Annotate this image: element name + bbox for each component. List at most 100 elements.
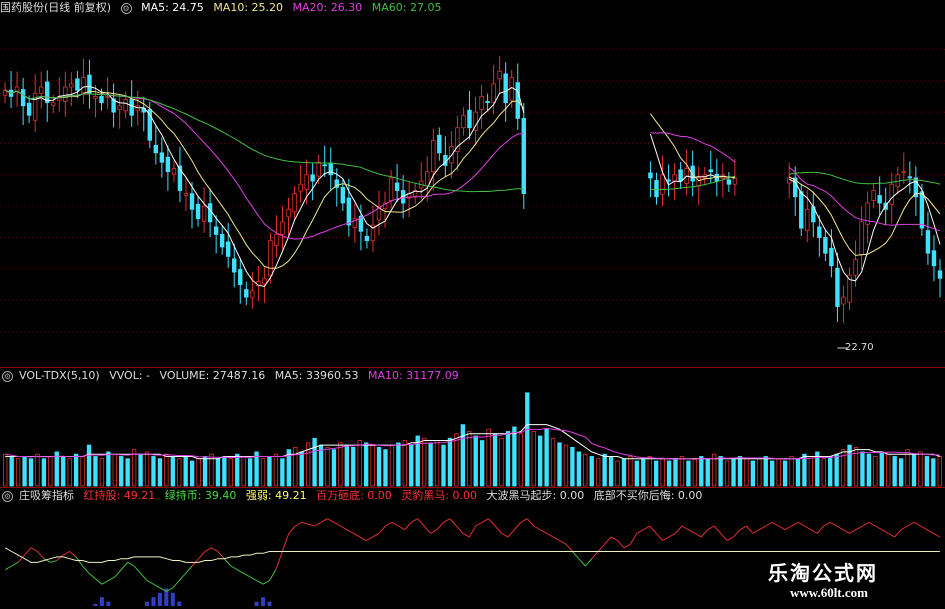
candle (219, 234, 225, 248)
volume-bar (54, 451, 59, 487)
strength-line-segment (610, 536, 618, 541)
volume-bar (538, 435, 543, 487)
volume-bar (789, 456, 794, 487)
green-hold-value: 绿持币: 39.40 (164, 489, 237, 502)
strength-line-segment (281, 533, 290, 552)
candle (666, 179, 671, 182)
volume-bar (467, 431, 472, 487)
strength-line-segment (526, 518, 535, 527)
strength-line-segment (649, 525, 657, 534)
candle (298, 183, 303, 192)
strength-line-segment (713, 525, 722, 534)
strength-line-segment (868, 521, 876, 527)
candle (105, 96, 110, 99)
accumulation-bar (93, 603, 98, 606)
strength-line-segment (153, 583, 161, 589)
strength-line-segment (597, 543, 606, 552)
price-header: 国药股份(日线 前复权) ⚙ MA5: 24.75 MA10: 25.20 MA… (0, 0, 447, 16)
strength-line-segment (385, 521, 393, 527)
price-chart (0, 48, 945, 349)
strength-line-segment (475, 521, 483, 527)
strength-line-segment (520, 518, 528, 523)
volume-bar (757, 458, 762, 487)
volume-bar (828, 456, 833, 487)
strength-line-segment (643, 525, 650, 531)
volume-bar (692, 458, 698, 487)
volume-bar (576, 451, 582, 487)
candle (364, 235, 370, 242)
strength-line-segment (797, 521, 805, 527)
strength-line-segment (237, 569, 244, 574)
strength-line-segment (423, 525, 431, 534)
strength-line-segment (700, 529, 709, 538)
accumulation-bar (170, 592, 175, 606)
strength-line-segment (778, 525, 786, 531)
accumulation-bar (145, 601, 150, 606)
strength-line-segment (733, 529, 741, 538)
strength-line-segment (707, 525, 715, 531)
volume-bar (505, 431, 511, 487)
strength-line-segment (913, 521, 921, 527)
strength-line-segment (623, 543, 631, 549)
strength-line-segment (391, 521, 399, 527)
candle (213, 226, 219, 235)
volume-bar (763, 456, 768, 487)
volume-bar (318, 444, 324, 487)
volume-bar (473, 435, 478, 487)
candle (26, 102, 32, 116)
candle (877, 195, 882, 204)
candle (835, 267, 840, 307)
volume-bar (583, 453, 588, 487)
candle (805, 208, 810, 232)
candle (69, 83, 74, 88)
strength-line-segment (404, 522, 412, 530)
strength-line-segment (920, 525, 928, 531)
volume-bar (834, 453, 839, 487)
candle (207, 203, 213, 223)
volume-bar (299, 451, 304, 487)
volume-bar (776, 458, 781, 487)
candle (672, 174, 677, 182)
candle (394, 182, 400, 191)
accumulation-bar (261, 597, 266, 606)
strength-line-segment (378, 525, 386, 534)
volume-bar (312, 437, 317, 487)
settings-icon[interactable]: ⚙ (120, 2, 132, 14)
volume-bar (937, 456, 942, 487)
strength-line-segment (746, 525, 754, 534)
volume-bar (512, 426, 517, 487)
candle (165, 156, 171, 173)
strength-line-segment (488, 518, 496, 527)
strength-line-segment (62, 551, 70, 556)
volume-bar (86, 444, 92, 487)
volume-bar (402, 440, 407, 487)
candle (123, 99, 128, 112)
strength-line-segment (75, 556, 83, 567)
candle (437, 134, 442, 154)
volume-bar (80, 456, 85, 487)
volume-bar (918, 451, 923, 487)
strength-line-segment (829, 521, 837, 527)
strength-line-segment (494, 525, 502, 534)
volume-bar (222, 456, 227, 487)
accumulation-bar (99, 597, 104, 606)
volume-bar (673, 458, 678, 487)
volume-bar (434, 440, 440, 487)
strength-line-segment (269, 569, 277, 581)
settings-icon[interactable]: ⚙ (2, 370, 13, 382)
strength-line-segment (726, 536, 734, 541)
candle (225, 241, 231, 257)
strength-line-segment (56, 554, 64, 561)
strength-line-segment (288, 525, 296, 534)
candle (431, 139, 436, 173)
vol-ma5-value: MA5: 33960.53 (274, 369, 359, 382)
strength-line-segment (11, 561, 19, 567)
volume-bar (215, 458, 221, 487)
volume-bar (911, 453, 917, 487)
strength-line-segment (849, 529, 857, 534)
settings-icon[interactable]: ⚙ (2, 490, 13, 502)
volume-bar (931, 458, 936, 487)
volume-bar (363, 442, 369, 487)
strength-line-segment (30, 547, 38, 552)
candle (919, 191, 925, 229)
